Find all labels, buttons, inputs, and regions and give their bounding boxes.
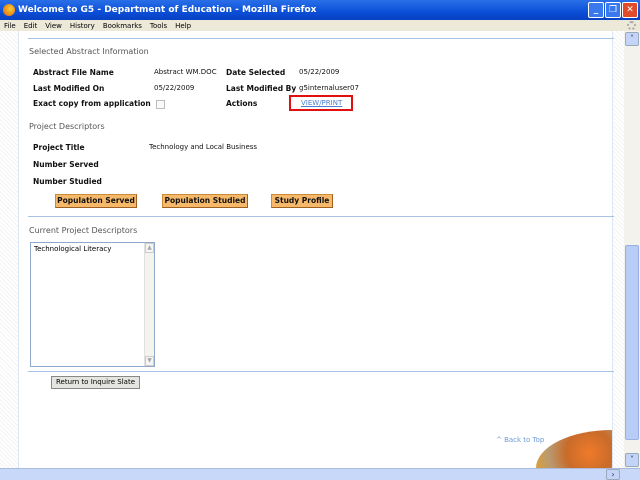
last-modified-by-value: g5internaluser07 xyxy=(299,84,359,92)
menu-view[interactable]: View xyxy=(45,22,62,30)
exact-copy-checkbox[interactable] xyxy=(156,100,165,109)
content: Selected Abstract Information Abstract F… xyxy=(18,31,614,468)
file-name-label: Abstract File Name xyxy=(33,68,114,77)
vertical-scrollbar[interactable]: ˄ ˅ xyxy=(624,31,640,468)
firefox-icon xyxy=(3,4,15,16)
scroll-up-icon[interactable]: ˄ xyxy=(625,32,639,46)
title-bar: Welcome to G5 - Department of Education … xyxy=(0,0,640,20)
scroll-down-icon[interactable]: ▼ xyxy=(145,356,154,366)
number-served-label: Number Served xyxy=(33,160,99,169)
last-modified-on-label: Last Modified On xyxy=(33,84,105,93)
population-served-button[interactable]: Population Served xyxy=(55,194,137,208)
view-print-link[interactable]: VIEW/PRINT xyxy=(301,99,342,107)
page: Selected Abstract Information Abstract F… xyxy=(0,31,624,468)
highlight-box: VIEW/PRINT xyxy=(289,95,353,111)
menu-bar: File Edit View History Bookmarks Tools H… xyxy=(0,20,640,31)
actions-label: Actions xyxy=(226,99,258,108)
scroll-up-icon[interactable]: ▲ xyxy=(145,243,154,253)
menu-history[interactable]: History xyxy=(70,22,95,30)
last-modified-on-value: 05/22/2009 xyxy=(154,84,195,92)
window-title: Welcome to G5 - Department of Education … xyxy=(18,5,317,15)
menu-bookmarks[interactable]: Bookmarks xyxy=(103,22,142,30)
maximize-button[interactable]: ❐ xyxy=(605,2,621,18)
throbber-icon xyxy=(627,21,636,30)
date-selected-value: 05/22/2009 xyxy=(299,68,340,76)
study-profile-button[interactable]: Study Profile xyxy=(271,194,333,208)
population-studied-button[interactable]: Population Studied xyxy=(162,194,248,208)
scroll-right-icon[interactable]: › xyxy=(606,469,620,480)
scroll-down-icon[interactable]: ˅ xyxy=(625,453,639,467)
menu-help[interactable]: Help xyxy=(175,22,191,30)
scrollbar-thumb[interactable] xyxy=(625,245,639,440)
close-button[interactable]: ✕ xyxy=(622,2,638,18)
date-selected-label: Date Selected xyxy=(226,68,286,77)
divider xyxy=(28,371,614,372)
project-title-label: Project Title xyxy=(33,143,85,152)
exact-copy-label: Exact copy from application xyxy=(33,99,151,108)
section-heading-current: Current Project Descriptors xyxy=(29,226,138,235)
list-item[interactable]: Technological Literacy xyxy=(31,243,154,255)
back-to-top-link[interactable]: ^ Back to Top xyxy=(496,436,544,444)
horizontal-scrollbar[interactable]: › xyxy=(0,468,640,480)
list-scrollbar[interactable]: ▲ ▼ xyxy=(144,243,154,366)
project-title-value: Technology and Local Business xyxy=(149,143,258,151)
menu-tools[interactable]: Tools xyxy=(150,22,167,30)
section-heading-abstract: Selected Abstract Information xyxy=(29,47,149,56)
minimize-button[interactable]: _ xyxy=(588,2,604,18)
current-descriptors-list[interactable]: Technological Literacy ▲ ▼ xyxy=(30,242,155,367)
menu-edit[interactable]: Edit xyxy=(24,22,38,30)
divider xyxy=(28,38,614,39)
divider xyxy=(28,216,614,217)
return-to-inquire-slate-button[interactable]: Return to Inquire Slate xyxy=(51,376,140,389)
menu-file[interactable]: File xyxy=(4,22,16,30)
classroom-desks-image xyxy=(536,430,612,468)
last-modified-by-label: Last Modified By xyxy=(226,84,297,93)
section-heading-descriptors: Project Descriptors xyxy=(29,122,105,131)
number-studied-label: Number Studied xyxy=(33,177,102,186)
file-name-value: Abstract WM.DOC xyxy=(154,68,217,76)
